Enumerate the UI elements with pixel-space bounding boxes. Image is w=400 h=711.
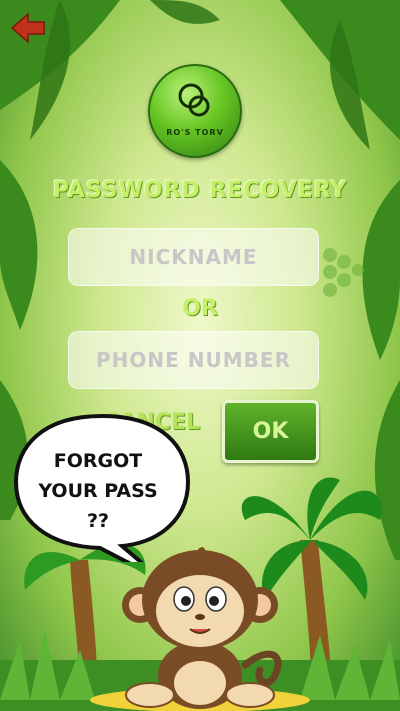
- phone-number-input[interactable]: [68, 331, 319, 389]
- logo-mark-icon: [178, 83, 210, 117]
- logo-text: RO'S TORV: [166, 128, 224, 137]
- or-label: OR: [182, 296, 218, 321]
- page-title: PASSWORD RECOVERY: [52, 178, 348, 203]
- nickname-input[interactable]: [68, 228, 319, 286]
- bubble-text: FORGOT YOUR PASS ??: [14, 446, 182, 536]
- bubble-line-1: FORGOT: [53, 450, 143, 472]
- ok-button[interactable]: OK: [222, 400, 319, 463]
- app-logo: RO'S TORV: [148, 64, 242, 158]
- arrow-left-icon: [10, 12, 45, 44]
- monkey-mascot: [122, 547, 282, 709]
- back-button[interactable]: [8, 8, 48, 48]
- bubble-line-2: YOUR PASS: [38, 480, 158, 502]
- bubble-line-3: ??: [86, 510, 110, 532]
